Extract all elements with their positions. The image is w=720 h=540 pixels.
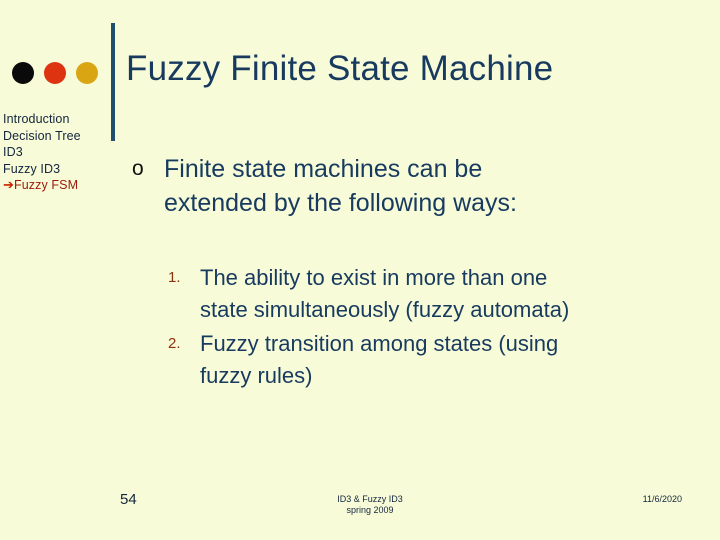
arrow-right-icon: ➔	[3, 177, 14, 192]
list-item-text: The ability to exist in more than one st…	[200, 262, 671, 326]
footer-date: 11/6/2020	[642, 494, 682, 504]
circle-bullet-icon: o	[132, 157, 144, 180]
list-item-line-1: Fuzzy transition among states (using	[200, 331, 559, 356]
sidebar-item-id3[interactable]: ID3	[3, 144, 109, 161]
list-item: 1. The ability to exist in more than one…	[166, 262, 671, 326]
sidebar-item-label: Decision Tree	[3, 128, 81, 143]
bullet-line-2: extended by the following ways:	[164, 189, 517, 217]
list-item-line-1: The ability to exist in more than one	[200, 265, 548, 290]
bullet-item: o Finite state machines can be extended …	[126, 152, 671, 220]
footer-term: spring 2009	[346, 505, 394, 515]
page-title: Fuzzy Finite State Machine	[126, 49, 554, 88]
sidebar-nav: Introduction Decision Tree ID3 Fuzzy ID3…	[3, 111, 109, 194]
decorative-dots-group	[12, 62, 98, 84]
list-item: 2. Fuzzy transition among states (using …	[166, 328, 671, 392]
vertical-divider	[111, 23, 115, 141]
list-item-line-2: fuzzy rules)	[200, 363, 313, 388]
dot-black-icon	[12, 62, 34, 84]
slide-body: o Finite state machines can be extended …	[126, 152, 671, 394]
sidebar-item-label: Fuzzy FSM	[14, 178, 79, 192]
sidebar-item-decision-tree[interactable]: Decision Tree	[3, 128, 109, 145]
bullet-line-1: Finite state machines can be	[164, 155, 483, 183]
bullet-text: Finite state machines can be extended by…	[164, 152, 671, 220]
sidebar-item-label: ID3	[3, 145, 23, 159]
list-item-number: 1.	[168, 269, 181, 286]
slide-canvas: Introduction Decision Tree ID3 Fuzzy ID3…	[0, 0, 720, 540]
list-item-number: 2.	[168, 335, 181, 352]
numbered-list: 1. The ability to exist in more than one…	[126, 262, 671, 392]
page-number: 54	[120, 491, 137, 508]
sidebar-item-label: Introduction	[3, 112, 70, 126]
sidebar-item-introduction[interactable]: Introduction	[3, 111, 109, 128]
list-item-text: Fuzzy transition among states (using fuz…	[200, 328, 671, 392]
footer-course-title: ID3 & Fuzzy ID3	[337, 494, 403, 504]
footer-center-text: ID3 & Fuzzy ID3 spring 2009	[260, 494, 480, 516]
dot-red-icon	[44, 62, 66, 84]
sidebar-item-fuzzy-fsm[interactable]: ➔Fuzzy FSM	[3, 177, 109, 194]
list-item-line-2: state simultaneously (fuzzy automata)	[200, 297, 570, 322]
sidebar-item-label: Fuzzy ID3	[3, 161, 61, 176]
dot-gold-icon	[76, 62, 98, 84]
sidebar-item-fuzzy-id3[interactable]: Fuzzy ID3	[3, 161, 109, 178]
